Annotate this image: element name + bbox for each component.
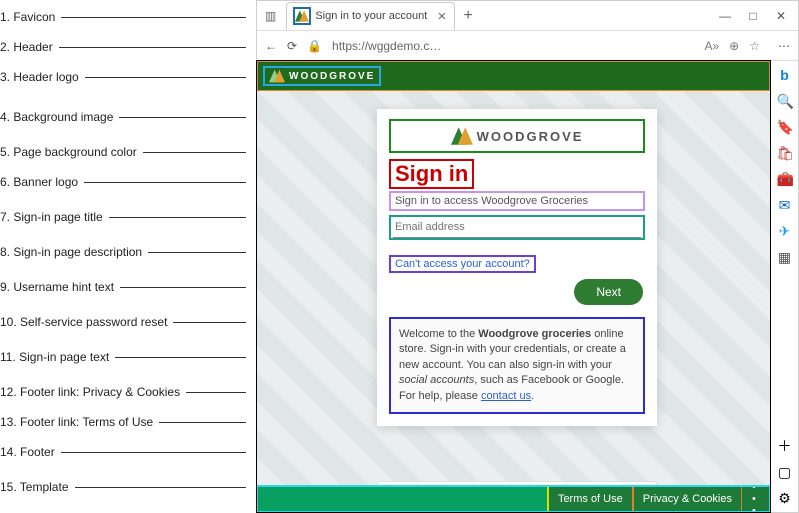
contact-us-link[interactable]: contact us [481,390,531,402]
sidebar-add-button[interactable]: ＋ [777,438,793,454]
header-brand-text: WOODGROVE [289,71,375,82]
tab-close-icon[interactable]: ✕ [437,10,446,23]
page-header: WOODGROVE [257,61,770,91]
shopping-icon[interactable]: 🛍 [777,145,793,161]
annot-8: 8. Sign-in page description [0,245,142,259]
tab-list-icon[interactable]: ▥ [261,9,280,23]
signin-page-description: Sign in to access Woodgrove Groceries [391,193,643,209]
address-bar: ← ⟳ 🔒 https://wggdemo.c… A» ⊕ ☆ ⋯ [257,31,798,61]
favicon [295,9,309,23]
send-icon[interactable]: ✈ [777,223,793,239]
header-logo: WOODGROVE [265,68,379,84]
footer-more-button[interactable]: • • • [742,486,770,512]
tag-icon[interactable]: 🔖 [777,119,793,135]
signin-page-text: Welcome to the Woodgrove groceries onlin… [391,319,643,412]
tools-icon[interactable]: 🧰 [777,171,793,187]
annot-7: 7. Sign-in page title [0,210,103,224]
sidebar-settings-icon[interactable]: ⚙ [777,490,793,506]
apps-icon[interactable]: ▦ [777,249,793,265]
annot-3: 3. Header logo [0,70,79,84]
window-maximize-button[interactable]: □ [746,9,760,23]
annot-10: 10. Self-service password reset [0,315,167,329]
next-button[interactable]: Next [574,279,643,305]
page-template: WOODGROVE WOODGROVE Sign in Sign in to a… [257,61,770,512]
nav-back-button[interactable]: ← [265,39,277,53]
titlebar: ▥ Sign in to your account ✕ + — □ ✕ [257,1,798,31]
annot-11: 11. Sign-in page text [0,350,109,364]
footer-privacy-cookies-link[interactable]: Privacy & Cookies [633,486,742,512]
annot-5: 5. Page background color [0,145,137,159]
lock-icon: 🔒 [307,39,322,53]
bing-icon[interactable]: b [777,67,793,83]
search-icon[interactable]: 🔍 [777,93,793,109]
sidebar-panel-icon[interactable]: ▢ [777,464,793,480]
self-service-password-reset-link[interactable]: Can't access your account? [391,257,534,271]
annot-15: 15. Template [0,480,69,494]
window-minimize-button[interactable]: — [718,9,732,23]
url-text[interactable]: https://wggdemo.c… [332,39,441,53]
window-close-button[interactable]: ✕ [774,9,788,23]
tab-title: Sign in to your account [315,10,427,22]
annot-9: 9. Username hint text [0,280,114,294]
page-footer: Terms of Use Privacy & Cookies • • • [257,486,770,512]
signin-page-title: Sign in [391,161,472,187]
nav-refresh-button[interactable]: ⟳ [287,39,297,53]
annot-12: 12. Footer link: Privacy & Cookies [0,385,180,399]
annot-1: 1. Favicon [0,10,55,24]
banner-brand-text: WOODGROVE [477,129,584,144]
edge-sidebar: b 🔍 🔖 🛍 🧰 ✉ ✈ ▦ ＋ ▢ ⚙ [770,61,798,512]
annot-2: 2. Header [0,40,53,54]
annot-14: 14. Footer [0,445,55,459]
annot-13: 13. Footer link: Terms of Use [0,415,153,429]
read-aloud-icon[interactable]: A» [704,39,719,53]
browser-tab[interactable]: Sign in to your account ✕ [286,2,455,30]
favorite-icon[interactable]: ☆ [749,39,760,53]
add-profile-icon[interactable]: ⊕ [729,39,739,53]
annotation-column: 1. Favicon 2. Header 3. Header logo 4. B… [0,0,256,513]
signin-card: WOODGROVE Sign in Sign in to access Wood… [377,109,657,426]
username-input[interactable] [393,217,641,238]
annot-6: 6. Banner logo [0,175,78,189]
new-tab-button[interactable]: + [463,7,472,25]
footer-terms-of-use-link[interactable]: Terms of Use [548,486,633,512]
browser-menu-button[interactable]: ⋯ [778,39,790,53]
browser-window: ▥ Sign in to your account ✕ + — □ ✕ ← ⟳ … [256,0,799,513]
outlook-icon[interactable]: ✉ [777,197,793,213]
banner-logo: WOODGROVE [391,121,643,151]
annot-4: 4. Background image [0,110,113,124]
